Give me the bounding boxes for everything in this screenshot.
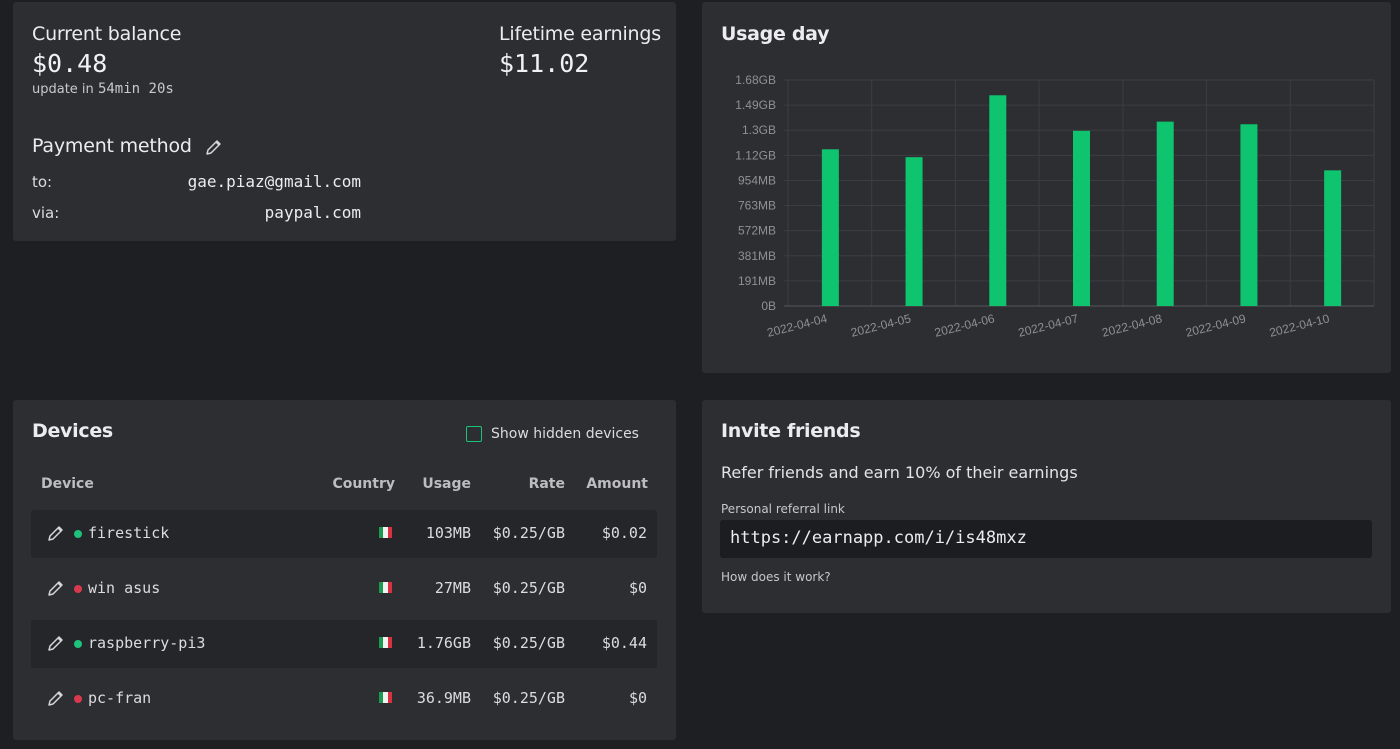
balance-update-info: update in 54min 20s	[32, 81, 174, 97]
edit-device-pencil-icon[interactable]	[47, 580, 64, 601]
col-country: Country	[332, 476, 395, 492]
usage-bar[interactable]	[1324, 170, 1342, 306]
device-row[interactable]: raspberry-pi3 1.76GB $0.25/GB $0.44	[31, 620, 657, 668]
device-usage: 103MB	[425, 524, 471, 542]
device-name: win asus	[88, 579, 161, 597]
y-tick-label: 1.68GB	[735, 73, 776, 87]
referral-link-value[interactable]: https://earnapp.com/i/is48mxz	[730, 528, 1027, 548]
invite-title: Invite friends	[721, 420, 861, 442]
usage-bar[interactable]	[1073, 130, 1090, 306]
device-status-dot	[74, 585, 82, 593]
referral-link-field[interactable]: https://earnapp.com/i/is48mxz	[720, 520, 1372, 558]
edit-device-pencil-icon[interactable]	[47, 690, 64, 711]
device-usage: 27MB	[434, 579, 471, 597]
usage-bar[interactable]	[905, 157, 923, 306]
y-tick-label: 954MB	[738, 173, 776, 187]
lifetime-earnings-value: $11.02	[499, 49, 590, 78]
show-hidden-label[interactable]: Show hidden devices	[491, 426, 639, 442]
device-name: pc-fran	[88, 689, 152, 707]
usage-bar[interactable]	[989, 95, 1007, 306]
payment-to-label: to:	[32, 173, 53, 191]
y-tick-label: 381MB	[738, 249, 776, 263]
device-rate: $0.25/GB	[492, 634, 565, 652]
y-tick-label: 1.3GB	[742, 123, 776, 137]
device-row[interactable]: pc-fran 36.9MB $0.25/GB $0	[31, 675, 657, 723]
device-rate: $0.25/GB	[492, 524, 565, 542]
col-usage: Usage	[422, 476, 471, 492]
balance-card: Current balance $0.48 update in 54min 20…	[13, 2, 676, 241]
device-row[interactable]: win asus 27MB $0.25/GB $0	[31, 565, 657, 613]
x-tick-label: 2022-04-06	[933, 311, 996, 340]
payment-method-title: Payment method	[32, 135, 192, 157]
x-tick-label: 2022-04-08	[1100, 311, 1163, 340]
usage-card: Usage day 0B 191MB 381MB 572MB 763MB 954MB 1.1…	[702, 2, 1391, 373]
usage-bar[interactable]	[821, 149, 839, 306]
update-countdown: 54min 20s	[97, 81, 174, 97]
device-name: firestick	[88, 524, 170, 542]
col-amount: Amount	[586, 476, 648, 492]
edit-payment-pencil-icon[interactable]	[205, 139, 222, 160]
y-tick-label: 1.49GB	[735, 98, 776, 112]
device-usage: 1.76GB	[416, 634, 471, 652]
device-amount: $0.02	[601, 524, 647, 542]
usage-bar-chart: 0B 191MB 381MB 572MB 763MB 954MB 1.12GB 1.3GB 1.…	[735, 73, 1375, 340]
device-amount: $0.44	[601, 634, 647, 652]
y-tick-label: 1.12GB	[735, 148, 776, 162]
show-hidden-checkbox[interactable]	[466, 426, 482, 442]
device-name: raspberry-pi3	[88, 634, 206, 652]
col-device: Device	[41, 476, 94, 492]
x-tick-label: 2022-04-07	[1017, 311, 1080, 340]
payment-via-value: paypal.com	[264, 203, 361, 222]
y-tick-label: 763MB	[738, 199, 776, 213]
current-balance-label: Current balance	[32, 23, 182, 45]
referral-link-label: Personal referral link	[721, 502, 845, 516]
x-tick-label: 2022-04-04	[766, 311, 829, 340]
device-rate: $0.25/GB	[492, 579, 565, 597]
devices-title: Devices	[32, 420, 113, 442]
device-amount: $0	[628, 689, 647, 707]
y-tick-label: 191MB	[738, 274, 776, 288]
edit-device-pencil-icon[interactable]	[47, 635, 64, 656]
y-tick-label: 0B	[761, 299, 776, 313]
edit-device-pencil-icon[interactable]	[47, 525, 64, 546]
devices-card: Devices Show hidden devices Device Count…	[13, 400, 676, 740]
payment-via-label: via:	[32, 204, 60, 222]
device-status-dot	[74, 640, 82, 648]
y-tick-label: 572MB	[738, 224, 776, 238]
device-amount: $0	[628, 579, 647, 597]
x-tick-label: 2022-04-09	[1184, 311, 1247, 340]
invite-card: Invite friends Refer friends and earn 10…	[702, 400, 1391, 613]
invite-subtitle: Refer friends and earn 10% of their earn…	[721, 463, 1078, 482]
device-status-dot	[74, 530, 82, 538]
usage-bar[interactable]	[1240, 124, 1258, 307]
current-balance-value: $0.48	[32, 49, 108, 78]
lifetime-earnings-label: Lifetime earnings	[499, 23, 661, 45]
device-row[interactable]: firestick 103MB $0.25/GB $0.02	[31, 510, 657, 558]
x-tick-label: 2022-04-05	[849, 311, 912, 340]
device-usage: 36.9MB	[416, 689, 471, 707]
col-rate: Rate	[528, 476, 565, 492]
usage-bar[interactable]	[1156, 121, 1174, 307]
update-prefix: update in	[32, 82, 94, 97]
device-rate: $0.25/GB	[492, 689, 565, 707]
payment-to-value: gae.piaz@gmail.com	[187, 172, 361, 191]
device-status-dot	[74, 695, 82, 703]
x-tick-label: 2022-04-10	[1268, 311, 1331, 340]
how-does-it-work-link[interactable]: How does it work?	[721, 570, 831, 584]
